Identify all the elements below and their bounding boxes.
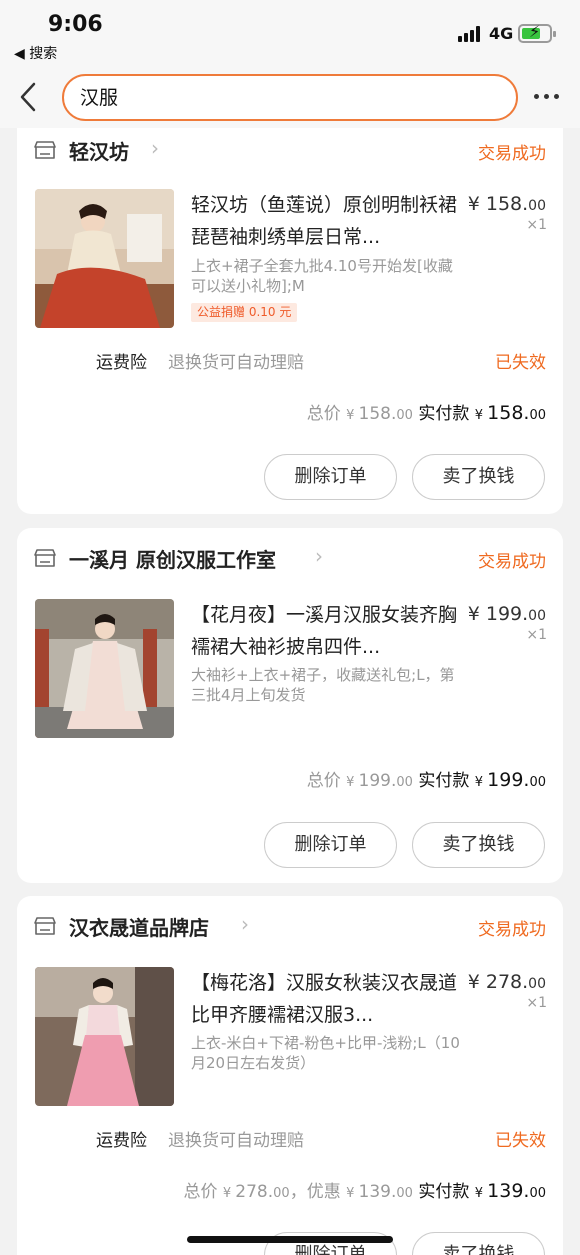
insurance-desc: 退换货可自动理赔	[168, 1131, 304, 1151]
product-price: ¥ 278.00	[467, 971, 546, 993]
shop-icon	[34, 141, 56, 159]
product-spec: 上衣+裙子全套九批4.10号开始发[收藏可以送小礼物];M	[191, 257, 453, 295]
resell-button[interactable]: 卖了换钱	[412, 1232, 545, 1255]
order-status: 交易成功	[478, 144, 546, 164]
product-spec: 大袖衫+上衣+裙子，收藏送礼包;L，第三批4月上旬发货	[191, 666, 455, 704]
insurance-state: 已失效	[495, 353, 546, 373]
status-bar: 9:06 ◀ 搜索 4G ⚡	[0, 0, 580, 68]
order-card: 汉衣晟道品牌店 › 交易成功 【梅花洛】汉服女秋装汉衣晟道比甲齐腰襦裙汉服3..…	[17, 896, 563, 1255]
order-totals: 总价 ¥ 278.00，优惠 ¥ 139.00 实付款 ¥ 139.00	[183, 1180, 546, 1202]
product-qty: ×1	[526, 217, 547, 233]
charity-badge: 公益捐赠 0.10 元	[191, 303, 298, 322]
more-dots-icon[interactable]	[534, 94, 559, 99]
order-totals: 总价 ¥ 158.00 实付款 ¥ 158.00	[306, 402, 546, 424]
status-time: 9:06	[48, 12, 103, 37]
product-spec: 上衣-米白+下裙-粉色+比甲-浅粉;L（10月20日左右发货）	[191, 1034, 460, 1072]
product-qty: ×1	[526, 627, 547, 643]
product-title[interactable]: 轻汉坊（鱼莲说）原创明制袄裙琵琶袖刺绣单层日常...	[191, 189, 463, 253]
search-box[interactable]	[62, 74, 518, 121]
product-image[interactable]	[35, 967, 174, 1106]
product-image[interactable]	[35, 189, 174, 328]
delete-order-button[interactable]: 删除订单	[264, 454, 397, 500]
product-title[interactable]: 【梅花洛】汉服女秋装汉衣晟道比甲齐腰襦裙汉服3...	[191, 967, 463, 1031]
insurance-label: 运费险	[96, 1131, 147, 1151]
product-qty: ×1	[526, 995, 547, 1011]
back-to-app-link[interactable]: ◀ 搜索	[14, 43, 57, 63]
product-price: ¥ 199.00	[467, 603, 546, 625]
home-indicator[interactable]	[187, 1236, 393, 1243]
product-price: ¥ 158.00	[467, 193, 546, 215]
resell-button[interactable]: 卖了换钱	[412, 822, 545, 868]
battery-icon: ⚡	[518, 22, 556, 43]
chevron-right-icon: ›	[151, 136, 159, 160]
order-status: 交易成功	[478, 552, 546, 572]
shop-name: 汉衣晟道品牌店	[69, 916, 209, 940]
order-status: 交易成功	[478, 920, 546, 940]
insurance-desc: 退换货可自动理赔	[168, 353, 304, 373]
order-card: 轻汉坊 › 交易成功 轻汉坊（鱼莲说）原创明制袄裙琵琶袖刺绣单层日常... ¥ …	[17, 128, 563, 514]
network-type: 4G	[489, 24, 514, 43]
product-image[interactable]	[35, 599, 174, 738]
shop-name: 轻汉坊	[69, 140, 129, 164]
order-card: 一溪月 原创汉服工作室 › 交易成功 【花月夜】一溪月汉服女装齐胸襦裙大袖衫披帛…	[17, 528, 563, 883]
shop-icon	[34, 917, 56, 935]
top-nav	[0, 68, 580, 128]
insurance-label: 运费险	[96, 353, 147, 373]
resell-button[interactable]: 卖了换钱	[412, 454, 545, 500]
delete-order-button[interactable]: 删除订单	[264, 822, 397, 868]
order-totals: 总价 ¥ 199.00 实付款 ¥ 199.00	[306, 769, 546, 791]
product-title[interactable]: 【花月夜】一溪月汉服女装齐胸襦裙大袖衫披帛四件...	[191, 599, 463, 663]
shop-icon	[34, 549, 56, 567]
shop-name: 一溪月 原创汉服工作室	[69, 548, 276, 572]
chevron-right-icon: ›	[241, 912, 249, 936]
search-input[interactable]	[80, 85, 500, 107]
chevron-right-icon: ›	[315, 544, 323, 568]
cellular-signal-icon	[458, 26, 480, 42]
back-arrow-icon[interactable]	[14, 80, 44, 114]
insurance-state: 已失效	[495, 1131, 546, 1151]
